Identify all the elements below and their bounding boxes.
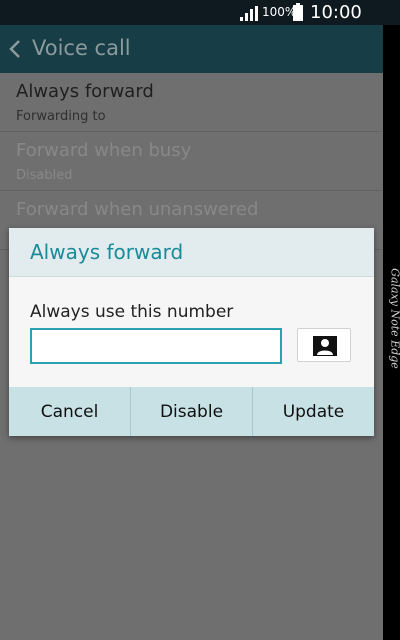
phone-number-input[interactable] (30, 328, 282, 364)
always-forward-dialog: Always forward Always use this number Ca… (9, 228, 374, 436)
status-bar: 100% 10:00 (0, 0, 400, 25)
battery-percent: 100% (262, 5, 297, 19)
dialog-title: Always forward (30, 240, 184, 264)
setting-subtitle: Disabled (16, 168, 73, 183)
page-title: Voice call (32, 36, 131, 60)
edge-panel: Galaxy Note Edge (383, 25, 400, 640)
battery-icon (293, 3, 303, 21)
setting-title: Forward when unanswered (16, 199, 259, 220)
update-button[interactable]: Update (252, 387, 374, 436)
chevron-left-icon[interactable] (8, 39, 22, 59)
dialog-header: Always forward (9, 228, 374, 277)
disable-button[interactable]: Disable (130, 387, 252, 436)
contact-picker-button[interactable] (297, 328, 351, 362)
number-label: Always use this number (30, 302, 234, 322)
clock: 10:00 (310, 2, 362, 23)
signal-icon (240, 6, 258, 21)
cancel-button[interactable]: Cancel (9, 387, 130, 436)
contact-icon (313, 336, 337, 356)
setting-subtitle: Forwarding to (16, 109, 106, 124)
setting-title: Forward when busy (16, 140, 192, 161)
device-label: Galaxy Note Edge (388, 268, 400, 369)
setting-always-forward[interactable]: Always forward Forwarding to (0, 73, 383, 132)
setting-title: Always forward (16, 81, 154, 102)
action-bar: Voice call (0, 25, 383, 73)
setting-forward-when-busy: Forward when busy Disabled (0, 132, 383, 191)
dialog-button-bar: Cancel Disable Update (9, 387, 374, 436)
